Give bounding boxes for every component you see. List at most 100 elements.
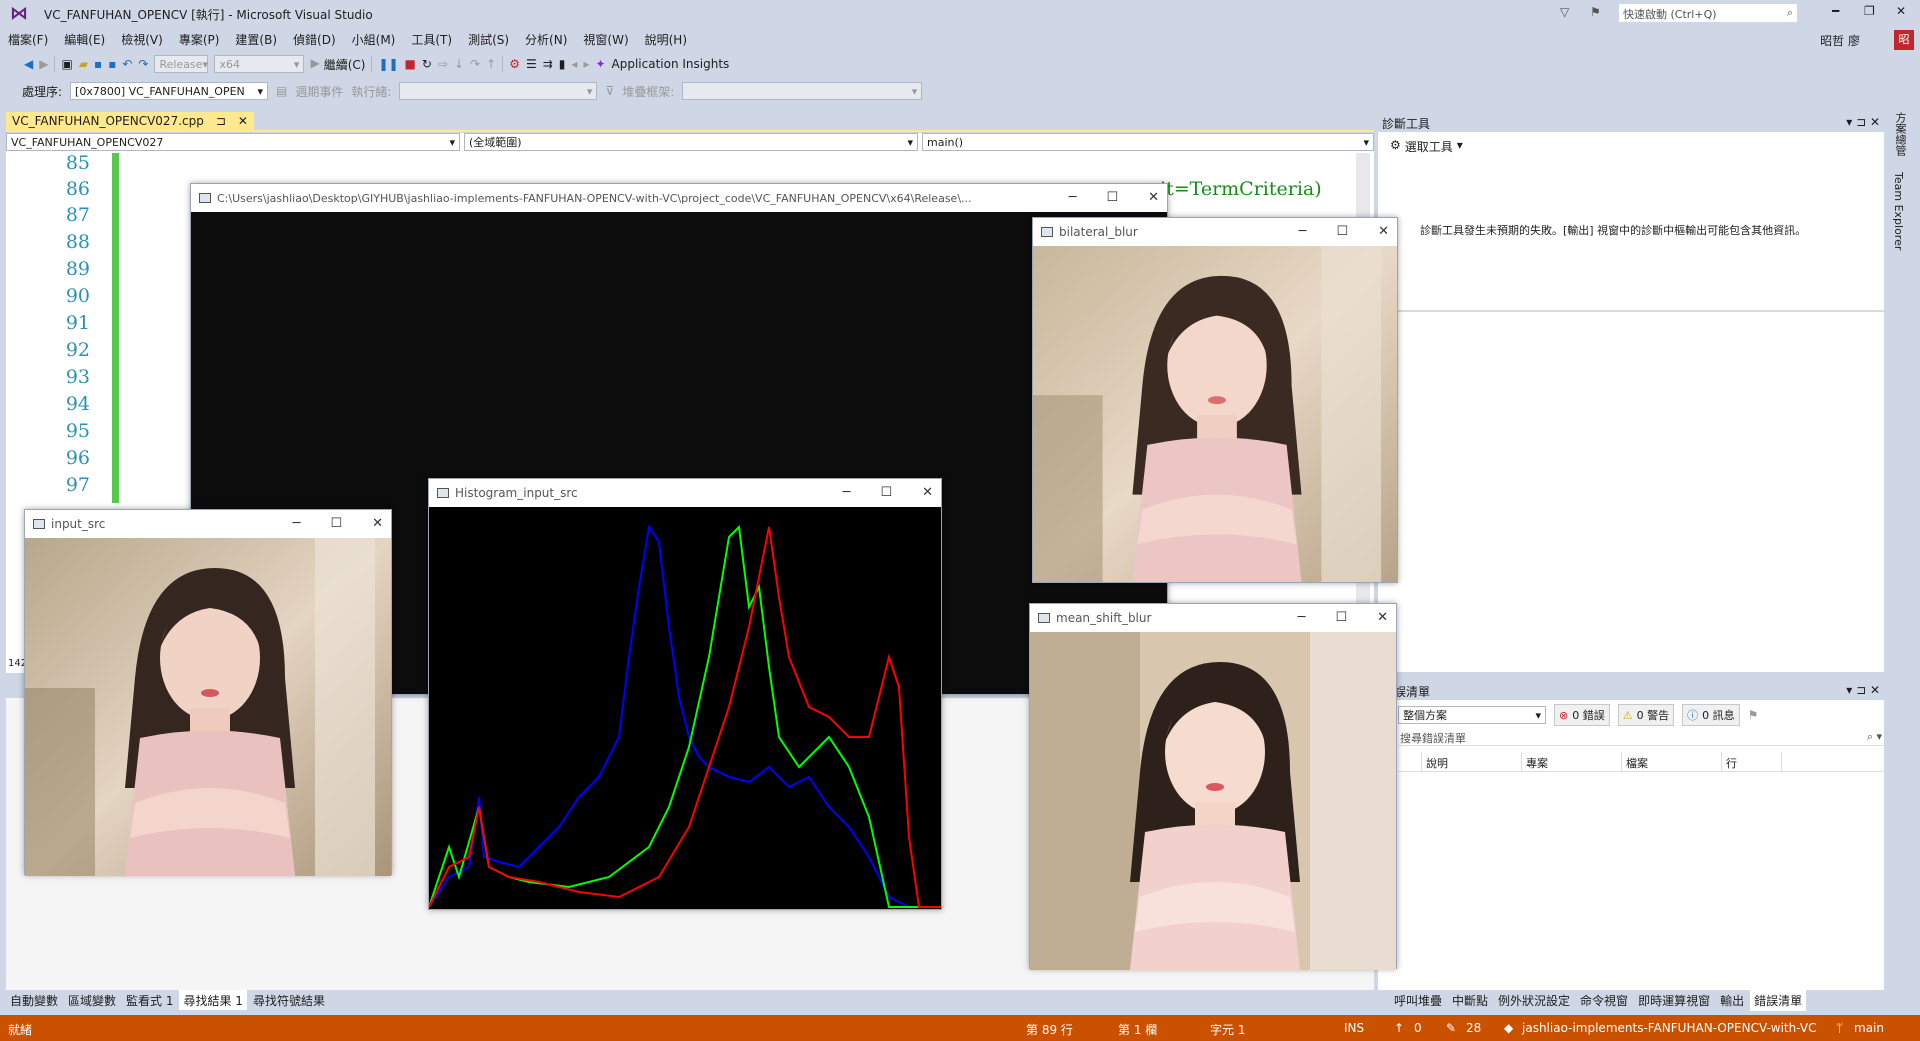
tab-watch-1[interactable]: 監看式 1	[122, 990, 177, 1010]
platform-select[interactable]: x64 ▾	[214, 55, 305, 73]
pane-controls[interactable]: ▾ ⊐ ✕	[1846, 115, 1880, 129]
minimize-icon[interactable]: ─	[1298, 610, 1306, 625]
solution-explorer-tab[interactable]: 方案總管	[1892, 112, 1908, 156]
menu-view[interactable]: 檢視(V)	[113, 31, 171, 48]
status-push-count[interactable]: 0	[1414, 1021, 1422, 1035]
redo-icon[interactable]: ↷	[138, 57, 148, 71]
tab-find-symbol-results[interactable]: 尋找符號結果	[249, 990, 329, 1010]
column-project[interactable]: 專案	[1522, 752, 1622, 771]
menu-help[interactable]: 說明(H)	[637, 31, 695, 48]
close-icon[interactable]: ✕	[1378, 224, 1389, 239]
continue-button[interactable]: ▶ 繼續(C)	[310, 56, 365, 73]
project-select[interactable]: VC_FANFUHAN_OPENCV027 ▾	[6, 133, 460, 151]
show-next-statement-icon[interactable]: ⇨	[438, 57, 448, 71]
menu-team[interactable]: 小組(M)	[344, 31, 404, 48]
close-icon[interactable]: ✕	[1148, 190, 1159, 205]
mean-shift-title-bar[interactable]: mean_shift_blur ─ ☐ ✕	[1030, 604, 1396, 632]
lifecycle-events-icon[interactable]: ▤	[276, 84, 287, 98]
tab-exception-settings[interactable]: 例外狀況設定	[1494, 990, 1574, 1011]
window-controls[interactable]: ─ ☐ ✕	[1069, 190, 1159, 205]
tab-breakpoints[interactable]: 中斷點	[1448, 990, 1492, 1011]
new-project-icon[interactable]: ▣	[61, 57, 72, 71]
tab-output[interactable]: 輸出	[1716, 990, 1748, 1011]
bilateral-blur-window[interactable]: bilateral_blur ─ ☐ ✕	[1032, 217, 1398, 583]
close-button[interactable]: ✕	[1896, 4, 1906, 18]
threads-icon[interactable]: ☰	[526, 57, 537, 71]
restart-icon[interactable]: ↻	[422, 57, 432, 71]
close-icon[interactable]: ✕	[1377, 610, 1388, 625]
bilateral-title-bar[interactable]: bilateral_blur ─ ☐ ✕	[1033, 218, 1397, 246]
menu-tools[interactable]: 工具(T)	[403, 31, 460, 48]
tab-command-window[interactable]: 命令視窗	[1576, 990, 1632, 1011]
comment-icon[interactable]: ⇉	[543, 57, 553, 71]
save-all-icon[interactable]: ▪	[108, 57, 116, 71]
error-search-input[interactable]: 搜尋錯誤清單 ⌕ ▾	[1398, 728, 1884, 746]
forward-icon[interactable]: ▶	[39, 57, 48, 71]
window-controls[interactable]: ─ ☐ ✕	[1298, 610, 1388, 625]
histogram-title-bar[interactable]: Histogram_input_src ─ ☐ ✕	[429, 479, 941, 507]
break-all-icon[interactable]: ❚❚	[378, 57, 398, 71]
input-src-window[interactable]: input_src ─ ☐ ✕	[24, 509, 392, 876]
thread-select[interactable]: ▾	[399, 82, 598, 100]
column-file[interactable]: 檔案	[1622, 752, 1722, 771]
menu-edit[interactable]: 編輯(E)	[56, 31, 113, 48]
bookmark-prev-icon[interactable]: ◂	[571, 57, 577, 71]
configuration-select[interactable]: Release ▾	[154, 55, 209, 73]
close-tab-icon[interactable]: ✕	[238, 114, 248, 128]
menu-project[interactable]: 專案(P)	[171, 31, 228, 48]
window-controls[interactable]: ─ ☐ ✕	[843, 485, 933, 500]
notification-icon[interactable]: ⚑	[1590, 5, 1601, 19]
close-icon[interactable]: ✕	[922, 485, 933, 500]
close-icon[interactable]: ✕	[372, 516, 383, 531]
tab-autos[interactable]: 自動變數	[6, 990, 62, 1010]
tab-locals[interactable]: 區域變數	[64, 990, 120, 1010]
warnings-filter-button[interactable]: ⚠ 0 警告	[1617, 704, 1675, 726]
minimize-icon[interactable]: ─	[1299, 224, 1307, 239]
errors-filter-button[interactable]: ⊗ 0 錯誤	[1554, 704, 1610, 726]
status-branch[interactable]: main	[1854, 1021, 1884, 1035]
menu-file[interactable]: 檔案(F)	[0, 31, 56, 48]
error-scope-select[interactable]: 整個方案 ▾	[1398, 706, 1546, 724]
lightbulb-icon[interactable]: ✦	[595, 57, 605, 71]
menu-window[interactable]: 視窗(W)	[575, 31, 636, 48]
maximize-icon[interactable]: ☐	[330, 516, 342, 531]
menu-build[interactable]: 建置(B)	[227, 31, 285, 48]
histogram-window[interactable]: Histogram_input_src ─ ☐ ✕	[428, 478, 942, 910]
maximize-button[interactable]: ❐	[1864, 4, 1875, 18]
input-src-title-bar[interactable]: input_src ─ ☐ ✕	[25, 510, 391, 538]
app-insights-button[interactable]: Application Insights	[612, 57, 730, 71]
build-filter-icon[interactable]: ⚑	[1748, 708, 1759, 722]
team-explorer-tab[interactable]: Team Explorer	[1892, 172, 1905, 250]
tab-call-stack[interactable]: 呼叫堆疊	[1390, 990, 1446, 1011]
bookmark-next-icon[interactable]: ▸	[583, 57, 589, 71]
back-icon[interactable]: ◀	[24, 57, 33, 71]
bookmark-icon[interactable]: ▮	[559, 57, 566, 71]
lifecycle-events-label[interactable]: 週期事件	[295, 83, 343, 100]
tab-error-list[interactable]: 錯誤清單	[1750, 990, 1807, 1011]
undo-icon[interactable]: ↶	[122, 57, 132, 71]
pane-controls[interactable]: ▾ ⊐ ✕	[1846, 683, 1880, 697]
maximize-icon[interactable]: ☐	[1336, 224, 1348, 239]
stack-frame-select[interactable]: ▾	[682, 82, 923, 100]
minimize-icon[interactable]: ─	[293, 516, 301, 531]
tab-find-results-1[interactable]: 尋找結果 1	[179, 990, 247, 1010]
menu-analyze[interactable]: 分析(N)	[517, 31, 575, 48]
status-repository[interactable]: jashliao-implements-FANFUHAN-OPENCV-with…	[1522, 1021, 1816, 1035]
quick-launch-input[interactable]: 快速啟動 (Ctrl+Q) ⌕	[1618, 3, 1798, 23]
window-controls[interactable]: ─ ☐ ✕	[1299, 224, 1389, 239]
filter-threads-icon[interactable]: ⊽	[605, 84, 614, 98]
menu-test[interactable]: 測試(S)	[460, 31, 517, 48]
mean-shift-blur-window[interactable]: mean_shift_blur ─ ☐ ✕	[1029, 603, 1397, 970]
tab-editor-document[interactable]: VC_FANFUHAN_OPENCV027.cpp ⊐ ✕	[6, 112, 254, 130]
filter-icon[interactable]: ▽	[1560, 5, 1569, 19]
process-select[interactable]: [0x7800] VC_FANFUHAN_OPEN ▾	[70, 82, 269, 100]
diagnostics-icon[interactable]: ⚙	[509, 57, 520, 71]
step-into-icon[interactable]: ↓	[454, 57, 464, 71]
minimize-icon[interactable]: ─	[1069, 190, 1077, 205]
user-name[interactable]: 昭哲 廖	[1820, 32, 1860, 49]
maximize-icon[interactable]: ☐	[1106, 190, 1118, 205]
pin-icon[interactable]: ⊐	[216, 114, 226, 128]
window-controls[interactable]: ─ ☐ ✕	[293, 516, 383, 531]
minimize-icon[interactable]: ─	[843, 485, 851, 500]
stop-icon[interactable]: ■	[405, 57, 416, 71]
